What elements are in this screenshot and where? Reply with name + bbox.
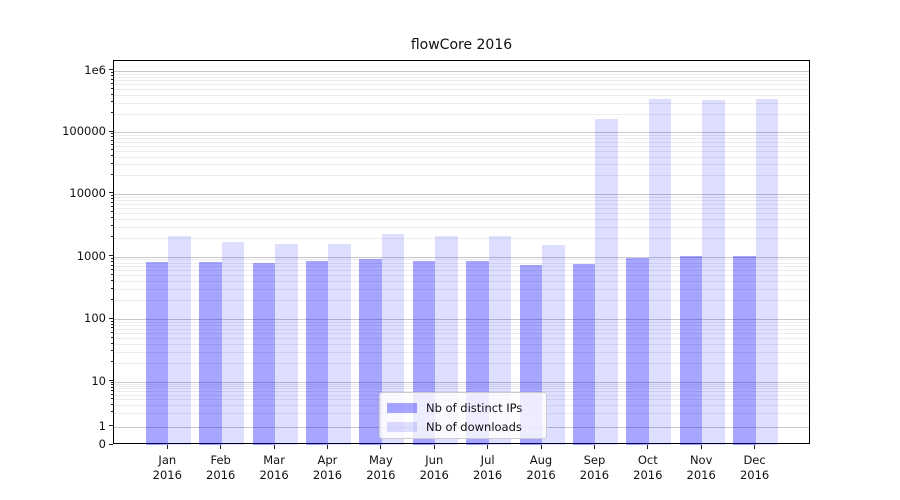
bar-nb-of-downloads-mar-2016 bbox=[275, 244, 298, 445]
bar-nb-of-downloads-dec-2016 bbox=[756, 99, 779, 445]
x-tick bbox=[434, 445, 435, 449]
gridline-minor bbox=[114, 95, 809, 96]
bar-nb-of-downloads-apr-2016 bbox=[328, 244, 351, 445]
bar-nb-of-distinct-ips-oct-2016 bbox=[626, 258, 649, 445]
bar-nb-of-downloads-feb-2016 bbox=[222, 242, 245, 445]
legend-swatch-distinct-ips bbox=[387, 403, 417, 413]
gridline-minor bbox=[114, 77, 809, 78]
x-tick bbox=[167, 445, 168, 449]
bar-nb-of-downloads-jan-2016 bbox=[168, 236, 191, 445]
bar-nb-of-distinct-ips-mar-2016 bbox=[253, 263, 276, 445]
x-tick bbox=[594, 445, 595, 449]
y-tick-label: 100000 bbox=[0, 124, 106, 138]
x-tick bbox=[380, 445, 381, 449]
x-tick bbox=[327, 445, 328, 449]
x-tick bbox=[647, 445, 648, 449]
chart-title: flowCore 2016 bbox=[113, 37, 810, 53]
plot-area: Nb of distinct IPs Nb of downloads bbox=[113, 60, 810, 444]
bar-nb-of-distinct-ips-sep-2016 bbox=[573, 264, 596, 445]
gridline-minor bbox=[114, 89, 809, 90]
gridline-minor bbox=[114, 74, 809, 75]
x-tick-label: Dec2016 bbox=[723, 453, 787, 483]
bar-nb-of-downloads-oct-2016 bbox=[649, 99, 672, 445]
x-tick bbox=[487, 445, 488, 449]
y-tick-label: 0 bbox=[0, 437, 106, 451]
x-tick bbox=[541, 445, 542, 449]
legend-swatch-downloads bbox=[387, 422, 417, 432]
gridline-minor bbox=[114, 80, 809, 81]
x-tick bbox=[220, 445, 221, 449]
bar-nb-of-distinct-ips-jan-2016 bbox=[146, 262, 169, 445]
bar-nb-of-downloads-sep-2016 bbox=[595, 119, 618, 445]
legend: Nb of distinct IPs Nb of downloads bbox=[379, 392, 547, 439]
legend-label-distinct-ips: Nb of distinct IPs bbox=[426, 401, 522, 415]
bar-nb-of-downloads-nov-2016 bbox=[702, 100, 725, 445]
gridline-major bbox=[114, 71, 809, 72]
x-tick bbox=[754, 445, 755, 449]
y-tick-label: 100 bbox=[0, 311, 106, 325]
y-tick-label: 10 bbox=[0, 374, 106, 388]
bar-nb-of-distinct-ips-apr-2016 bbox=[306, 261, 329, 445]
y-tick-label: 1000 bbox=[0, 249, 106, 263]
legend-item-downloads: Nb of downloads bbox=[387, 417, 538, 436]
x-tick bbox=[701, 445, 702, 449]
y-tick-label: 1e6 bbox=[0, 63, 106, 77]
bar-nb-of-distinct-ips-dec-2016 bbox=[733, 256, 756, 445]
y-tick-label: 10000 bbox=[0, 186, 106, 200]
gridline-minor bbox=[114, 84, 809, 85]
x-tick bbox=[274, 445, 275, 449]
bar-nb-of-distinct-ips-nov-2016 bbox=[680, 256, 703, 445]
legend-label-downloads: Nb of downloads bbox=[426, 420, 522, 434]
y-tick-label: 1 bbox=[0, 419, 106, 433]
chart-figure: flowCore 2016 01101001000100001000001e6 … bbox=[0, 0, 900, 500]
legend-item-distinct-ips: Nb of distinct IPs bbox=[387, 398, 538, 417]
bar-nb-of-distinct-ips-feb-2016 bbox=[199, 262, 222, 445]
